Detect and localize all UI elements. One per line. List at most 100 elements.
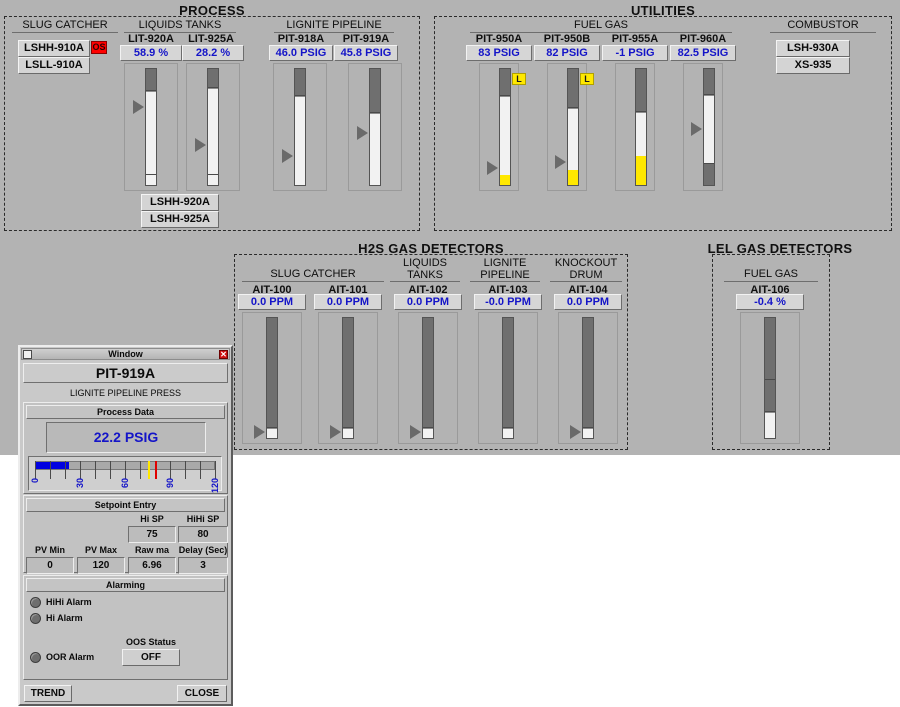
bargraph-ait-101 (342, 317, 354, 439)
button-lsll-910a[interactable]: LSLL-910A (18, 57, 90, 74)
value-pit-918a: 46.0 PSIG (269, 45, 333, 61)
label-oos-status: OOS Status (125, 637, 176, 647)
gauge-tick (80, 461, 81, 479)
low-alarm-flag-pit-950a: L (512, 73, 526, 85)
group-label-fuel-gas: FUEL GAS (574, 19, 628, 31)
bargraph-pit-918a (294, 68, 306, 186)
gauge-fill (36, 462, 69, 469)
bargraph-pit-919a (369, 68, 381, 186)
button-trend[interactable]: TREND (24, 685, 72, 702)
field-delay-sec[interactable]: 3 (178, 557, 228, 574)
button-oos-status[interactable]: OFF (122, 649, 180, 666)
close-icon[interactable]: ✕ (219, 350, 228, 359)
rule-h2s-lignite-pipeline (470, 281, 540, 282)
value-ait-102: 0.0 PPM (394, 294, 462, 310)
button-lshh-910a[interactable]: LSHH-910A (18, 40, 90, 57)
field-pv-max[interactable]: 120 (77, 557, 125, 574)
alarming-header: Alarming (26, 578, 225, 592)
dialog-description: LIGNITE PIPELINE PRESS (69, 388, 182, 398)
bargraph-ait-100 (266, 317, 278, 439)
gauge-tick-label: 30 (75, 478, 85, 489)
pointer-pit-960a (691, 122, 702, 136)
field-raw-ma[interactable]: 6.96 (128, 557, 176, 574)
rule-h2s-knockout-drum (550, 281, 622, 282)
radio-oor-alarm[interactable] (30, 652, 41, 663)
system-menu-icon[interactable] (23, 350, 32, 359)
faceplate-dialog[interactable]: Window ✕ PIT-919A LIGNITE PIPELINE PRESS… (18, 345, 233, 706)
low-alarm-flag-pit-950b: L (580, 73, 594, 85)
process-gauge: 0 30 60 90 120 (28, 456, 222, 493)
value-pit-955a: -1 PSIG (602, 45, 668, 61)
gauge-tick (95, 461, 96, 479)
button-xs-935[interactable]: XS-935 (776, 57, 850, 74)
group-label-lignite-pipeline: LIGNITE PIPELINE (286, 19, 382, 31)
field-hi-sp[interactable]: 75 (128, 526, 176, 543)
value-ait-104: 0.0 PPM (554, 294, 622, 310)
gauge-tick (125, 461, 126, 479)
tag-lit-925a: LIT-925A (188, 33, 234, 45)
pointer-pit-918a (282, 149, 293, 163)
gauge-tick-label: 90 (165, 478, 175, 489)
radio-hi-alarm[interactable] (30, 613, 41, 624)
pointer-lit-925a (195, 138, 206, 152)
field-hihi-sp[interactable]: 80 (178, 526, 228, 543)
process-data-header: Process Data (26, 405, 225, 419)
group-label-liquids-tanks: LIQUIDS TANKS (138, 19, 222, 31)
gauge-tick-label: 60 (120, 478, 130, 489)
dialog-titlebar[interactable]: Window ✕ (21, 348, 230, 360)
group-label-h2s-liquids-tanks: LIQUIDS TANKS (402, 257, 447, 281)
value-pit-960a: 82.5 PSIG (670, 45, 736, 61)
bargraph-ait-102 (422, 317, 434, 439)
value-ait-101: 0.0 PPM (314, 294, 382, 310)
group-label-h2s-lignite-pipeline: LIGNITE PIPELINE (480, 257, 530, 281)
bargraph-lit-920a (145, 68, 157, 186)
value-pit-950a: 83 PSIG (466, 45, 532, 61)
field-pv-min[interactable]: 0 (26, 557, 74, 574)
dialog-tag: PIT-919A (23, 363, 228, 383)
group-label-combustor: COMBUSTOR (787, 19, 859, 31)
setpoint-entry-header: Setpoint Entry (26, 498, 225, 512)
tag-pit-955a: PIT-955A (611, 33, 659, 45)
pointer-lit-920a (133, 100, 144, 114)
radio-hihi-alarm[interactable] (30, 597, 41, 608)
pointer-pit-919a (357, 126, 368, 140)
button-close[interactable]: CLOSE (177, 685, 227, 702)
group-label-slug-catcher: SLUG CATCHER (22, 19, 108, 31)
gauge-tick (215, 461, 216, 479)
value-pit-919a: 45.8 PSIG (334, 45, 398, 61)
group-label-h2s-slug-catcher: SLUG CATCHER (270, 268, 356, 280)
bargraph-ait-103 (502, 317, 514, 439)
rule-slug-catcher (12, 32, 118, 33)
bargraph-pit-950a (499, 68, 511, 186)
rule-h2s-liquids-tanks (390, 281, 460, 282)
pointer-pit-950b (555, 155, 566, 169)
label-pv-max: PV Max (84, 545, 117, 555)
button-lshh-920a[interactable]: LSHH-920A (141, 194, 219, 211)
label-raw-ma: Raw ma (134, 545, 169, 555)
gauge-tick-label: 0 (30, 478, 40, 484)
label-delay-sec: Delay (Sec) (178, 545, 228, 555)
tag-lit-920a: LIT-920A (128, 33, 174, 45)
gauge-tick (65, 461, 66, 479)
gauge-tick (35, 461, 36, 479)
value-ait-100: 0.0 PPM (238, 294, 306, 310)
hmi-screen: PROCESS SLUG CATCHER LSHH-910A OS LSLL-9… (0, 0, 900, 707)
label-hi-sp: Hi SP (140, 514, 164, 524)
tag-pit-960a: PIT-960A (679, 33, 727, 45)
label-hihi-alarm: HiHi Alarm (46, 597, 92, 607)
gauge-tick (200, 461, 201, 479)
gauge-tick (140, 461, 141, 479)
group-label-lel-fuel-gas: FUEL GAS (744, 268, 798, 280)
bargraph-ait-106 (764, 317, 776, 439)
pointer-pit-950a (487, 161, 498, 175)
button-lshh-925a[interactable]: LSHH-925A (141, 211, 219, 228)
gauge-tick (110, 461, 111, 479)
bargraph-pit-950b (567, 68, 579, 186)
pointer-ait-104 (570, 425, 581, 439)
gauge-tick (185, 461, 186, 479)
bargraph-lit-925a (207, 68, 219, 186)
value-lit-920a: 58.9 % (120, 45, 182, 61)
button-lsh-930a[interactable]: LSH-930A (776, 40, 850, 57)
bargraph-pit-960a (703, 68, 715, 186)
label-hihi-sp: HiHi SP (186, 514, 220, 524)
